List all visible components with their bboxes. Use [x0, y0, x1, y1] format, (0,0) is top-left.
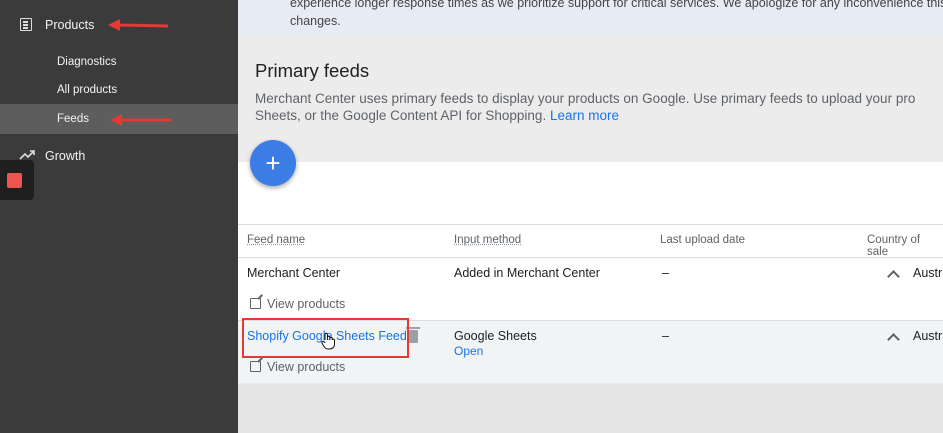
divider	[238, 224, 943, 225]
app-overlay-icon[interactable]	[0, 160, 34, 200]
page-title: Primary feeds	[255, 60, 370, 81]
sidebar-item-label: Diagnostics	[57, 56, 117, 68]
sidebar: Products Diagnostics All products Feeds …	[0, 0, 238, 433]
notice-banner: experience longer response times as we p…	[238, 0, 943, 36]
column-header-feed-name[interactable]: Feed name	[247, 234, 305, 246]
sidebar-item-growth[interactable]: Growth	[0, 141, 238, 171]
list-icon	[20, 18, 32, 31]
red-square-icon	[7, 173, 22, 188]
input-method-cell: Google Sheets	[454, 329, 537, 343]
open-sheet-link[interactable]: Open	[454, 344, 483, 358]
page-footer-area	[238, 384, 943, 433]
column-header-input-method[interactable]: Input method	[454, 234, 521, 246]
column-header-last-upload: Last upload date	[660, 234, 746, 246]
main-content: experience longer response times as we p…	[238, 0, 943, 433]
add-feed-button[interactable]: +	[250, 140, 296, 186]
trash-icon[interactable]	[406, 327, 420, 343]
country-cell: Austr	[913, 329, 943, 343]
open-in-new-icon	[250, 361, 261, 372]
desc-line2: Sheets, or the Google Content API for Sh…	[255, 108, 547, 123]
view-products-link[interactable]: View products	[267, 360, 345, 374]
sidebar-item-label: Feeds	[57, 113, 89, 125]
country-cell: Austr	[913, 266, 943, 280]
open-in-new-icon	[250, 298, 261, 309]
sidebar-item-label: All products	[57, 84, 118, 96]
banner-text-line1: experience longer response times as we p…	[290, 0, 943, 10]
annotation-arrow-feeds	[110, 114, 172, 126]
desc-line1: Merchant Center uses primary feeds to di…	[255, 91, 916, 106]
input-method-cell: Added in Merchant Center	[454, 266, 600, 280]
feed-name-merchant-center: Merchant Center	[247, 266, 341, 280]
banner-text-line2: changes.	[290, 14, 341, 28]
learn-more-link[interactable]: Learn more	[550, 108, 619, 123]
last-upload-cell: –	[662, 266, 669, 280]
trending-up-icon	[19, 150, 35, 160]
sidebar-item-all-products[interactable]: All products	[0, 75, 238, 105]
sidebar-item-diagnostics[interactable]: Diagnostics	[0, 47, 238, 77]
page-description: Merchant Center uses primary feeds to di…	[255, 90, 943, 124]
last-upload-cell: –	[662, 329, 669, 343]
sidebar-item-label: Products	[45, 18, 95, 32]
add-icon: +	[265, 147, 281, 178]
sidebar-item-label: Growth	[45, 149, 86, 163]
view-products-link[interactable]: View products	[267, 297, 345, 311]
divider	[238, 257, 943, 258]
column-header-country: Country of sale	[867, 234, 921, 258]
hand-cursor-icon	[321, 332, 335, 350]
annotation-arrow-products	[108, 19, 169, 31]
